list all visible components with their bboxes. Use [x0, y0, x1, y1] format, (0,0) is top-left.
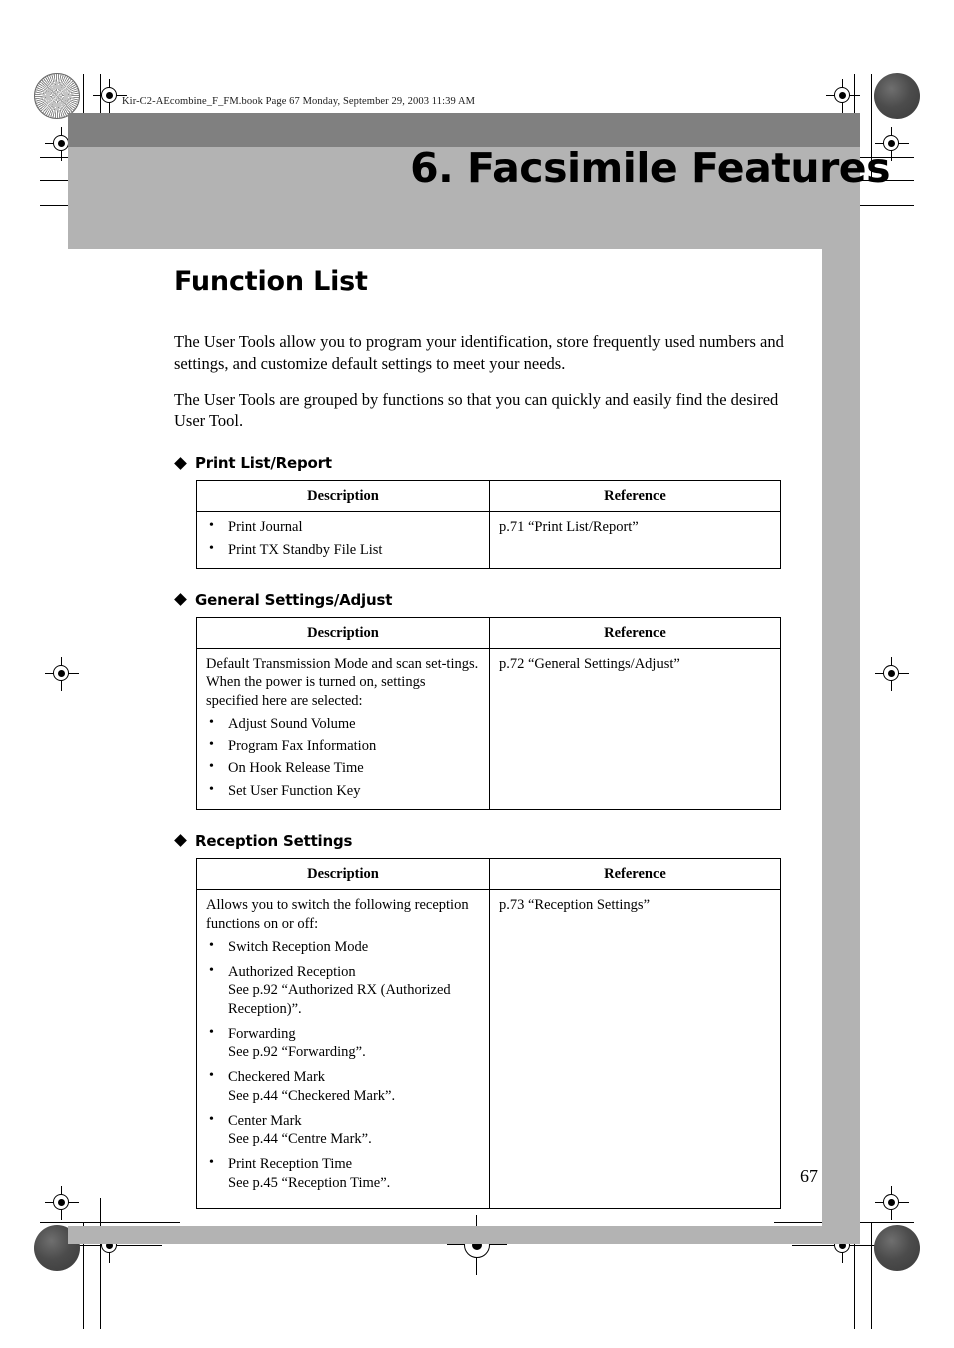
feature-list: Print Journal Print TX Standby File List [206, 517, 480, 559]
trim-line [40, 1245, 162, 1246]
diamond-bullet-icon [174, 834, 187, 847]
column-header-reference: Reference [489, 480, 781, 513]
trim-line [871, 1222, 872, 1329]
trim-line [792, 1245, 914, 1246]
list-item-text: Switch Reception Mode [228, 938, 369, 955]
intro-paragraph-1: The User Tools allow you to program your… [174, 332, 784, 373]
density-patch-icon [874, 1225, 920, 1271]
list-item: Print Journal [206, 517, 480, 536]
cell-intro-text: Default Transmission Mode and scan set-t… [206, 656, 479, 709]
list-item-text: Authorized Reception [228, 964, 356, 981]
registration-mark [447, 1215, 507, 1275]
list-item: Center Mark See p.44 “Centre Mark”. [206, 1111, 480, 1149]
bottom-margin-bar [68, 1226, 860, 1244]
list-item-note: See p.44 “Centre Mark”. [228, 1131, 372, 1148]
list-item-text: Center Mark [228, 1112, 302, 1129]
registration-mark [875, 1186, 909, 1220]
trim-line [40, 1222, 180, 1223]
list-item: Print TX Standby File List [206, 540, 480, 559]
list-item-text: On Hook Release Time [228, 760, 364, 777]
list-item: Authorized Reception See p.92 “Authorize… [206, 962, 480, 1018]
list-item-text: Adjust Sound Volume [228, 715, 356, 732]
trim-line [100, 1198, 101, 1329]
subsection-label: Reception Settings [195, 831, 353, 850]
trim-line [854, 205, 914, 206]
table-row: Print Journal Print TX Standby File List… [196, 511, 781, 569]
file-header-text: Kir-C2-AEcombine_F_FM.book Page 67 Monda… [122, 96, 476, 107]
function-table-general-settings-adjust: Description Reference Default Transmissi… [196, 616, 781, 810]
list-item-text: Forwarding [228, 1025, 296, 1042]
list-item-text: Set User Function Key [228, 782, 361, 799]
reference-cell: p.73 “Reception Settings” [489, 889, 781, 1209]
list-item-note: See p.92 “Forwarding”. [228, 1044, 366, 1061]
list-item-text: Print Journal [228, 519, 303, 536]
subsection-heading-general-settings-adjust: General Settings/Adjust [174, 591, 784, 609]
registration-mark [826, 79, 860, 113]
column-header-reference: Reference [489, 616, 781, 650]
list-item: Print Reception Time See p.45 “Reception… [206, 1154, 480, 1192]
description-cell: Print Journal Print TX Standby File List [196, 511, 490, 569]
registration-mark [45, 657, 79, 691]
reference-cell: p.71 “Print List/Report” [489, 511, 781, 569]
page-number: 67 [800, 1166, 818, 1186]
list-item-text: Checkered Mark [228, 1069, 326, 1086]
subsection-heading-print-list-report: Print List/Report [174, 454, 784, 472]
diamond-bullet-icon [174, 457, 187, 470]
subsection-label: Print List/Report [195, 454, 332, 473]
list-item-text: Print TX Standby File List [228, 541, 383, 558]
subsection-heading-reception-settings: Reception Settings [174, 832, 784, 850]
intro-paragraph-2: The User Tools are grouped by functions … [174, 389, 779, 431]
list-item-note: See p.44 “Checkered Mark”. [228, 1087, 396, 1104]
list-item: Adjust Sound Volume [206, 714, 480, 733]
table-header-row: Description Reference [196, 857, 781, 891]
list-item: Set User Function Key [206, 781, 480, 800]
list-item-text: Program Fax Information [228, 738, 377, 755]
page-title: Function List [174, 266, 368, 297]
density-patch-icon [874, 73, 920, 119]
function-table-reception-settings: Description Reference Allows you to swit… [196, 857, 781, 1209]
list-item: Switch Reception Mode [206, 937, 480, 956]
table-row: Allows you to switch the following recep… [196, 889, 781, 1209]
column-header-description: Description [196, 616, 490, 650]
right-margin-bar [822, 249, 860, 1244]
column-header-description: Description [196, 480, 490, 513]
page-content: Function List The User Tools allow you t… [174, 268, 784, 1213]
header-strip [68, 113, 860, 147]
subsection-label: General Settings/Adjust [195, 590, 393, 609]
registration-mark [45, 1186, 79, 1220]
list-item-note: See p.45 “Reception Time”. [228, 1174, 391, 1191]
registration-mark [875, 657, 909, 691]
feature-list: Adjust Sound Volume Program Fax Informat… [206, 714, 480, 800]
feature-list: Switch Reception Mode Authorized Recepti… [206, 937, 480, 1192]
list-item: Program Fax Information [206, 736, 480, 755]
list-item-text: Print Reception Time [228, 1156, 353, 1173]
reference-cell: p.72 “General Settings/Adjust” [489, 648, 781, 810]
description-cell: Default Transmission Mode and scan set-t… [196, 648, 490, 810]
table-row: Default Transmission Mode and scan set-t… [196, 648, 781, 810]
table-header-row: Description Reference [196, 616, 781, 650]
chapter-title: 6. Facsimile Features [410, 144, 890, 192]
description-cell: Allows you to switch the following recep… [196, 889, 490, 1209]
list-item: Forwarding See p.92 “Forwarding”. [206, 1024, 480, 1062]
column-header-reference: Reference [489, 857, 781, 891]
list-item: Checkered Mark See p.44 “Checkered Mark”… [206, 1067, 480, 1105]
cell-intro-text: Allows you to switch the following recep… [206, 897, 469, 932]
function-table-print-list-report: Description Reference Print Journal Prin… [196, 480, 781, 569]
column-header-description: Description [196, 857, 490, 891]
list-item-note: See p.92 “Authorized RX (Authorized Rece… [228, 982, 451, 1017]
table-header-row: Description Reference [196, 480, 781, 513]
diamond-bullet-icon [174, 593, 187, 606]
list-item: On Hook Release Time [206, 758, 480, 777]
